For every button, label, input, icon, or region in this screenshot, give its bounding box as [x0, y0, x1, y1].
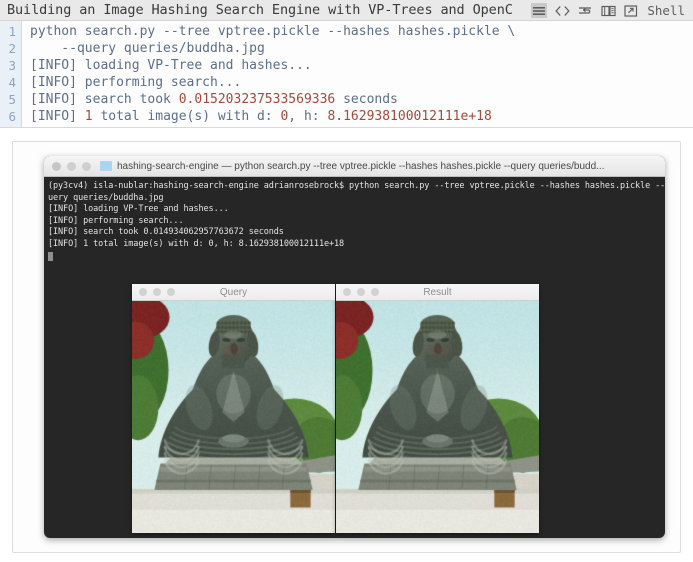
code-snippet-widget: Building an Image Hashing Search Engine …	[0, 0, 693, 128]
code-widget-toolbar: Shell	[531, 0, 693, 21]
line-number: 5	[0, 91, 21, 108]
folder-icon	[100, 161, 112, 171]
line-number: 6	[0, 108, 21, 125]
line-number-gutter: 1 2 3 4 5 6	[0, 21, 22, 127]
result-window-title: Result	[336, 287, 539, 298]
wrap-lines-icon[interactable]	[577, 3, 593, 18]
terminal-line: [INFO] performing search...	[48, 216, 661, 228]
result-image-window[interactable]: Result	[336, 284, 539, 533]
terminal-line: [INFO] search took 0.014934062957763672 …	[48, 227, 661, 239]
shell-label: Shell	[646, 3, 687, 18]
zoom-dot-icon[interactable]	[82, 162, 91, 171]
result-buddha-image	[336, 301, 539, 533]
copy-icon[interactable]	[600, 3, 616, 18]
code-number: 0.015203237533569336	[179, 92, 336, 107]
query-buddha-image	[132, 301, 335, 533]
code-text: total image(s) with d:	[93, 109, 281, 124]
code-body: 1 2 3 4 5 6 python search.py --tree vptr…	[0, 21, 693, 127]
code-widget-header: Building an Image Hashing Search Engine …	[0, 0, 693, 21]
line-number: 2	[0, 40, 21, 57]
terminal-line: uery queries/buddha.jpg	[48, 193, 661, 205]
code-line: --query queries/buddha.jpg	[30, 40, 693, 57]
code-line: python search.py --tree vptree.pickle --…	[30, 23, 693, 40]
code-icon[interactable]	[554, 3, 570, 18]
code-widget-title: Building an Image Hashing Search Engine …	[0, 2, 513, 18]
terminal-line: (py3cv4) isla-nublar:hashing-search-engi…	[48, 181, 661, 193]
code-line: [INFO] loading VP-Tree and hashes...	[30, 57, 693, 74]
terminal-line: [INFO] loading VP-Tree and hashes...	[48, 204, 661, 216]
close-dot-icon[interactable]	[52, 162, 61, 171]
terminal-titlebar: hashing-search-engine — python search.py…	[44, 156, 665, 177]
terminal-window-title: hashing-search-engine — python search.py…	[117, 161, 657, 172]
menu-icon[interactable]	[531, 3, 547, 18]
terminal-body[interactable]: (py3cv4) isla-nublar:hashing-search-engi…	[44, 177, 665, 538]
query-window-title: Query	[132, 287, 335, 298]
code-line: [INFO] search took 0.015203237533569336 …	[30, 91, 693, 108]
result-window-titlebar: Result	[336, 284, 539, 301]
code-line: [INFO] 1 total image(s) with d: 0, h: 8.…	[30, 108, 693, 125]
terminal-line: [INFO] 1 total image(s) with d: 0, h: 8.…	[48, 239, 661, 251]
line-number: 4	[0, 74, 21, 91]
line-number: 1	[0, 23, 21, 40]
terminal-cursor	[48, 252, 53, 261]
query-window-titlebar: Query	[132, 284, 335, 301]
code-text: [INFO] search took	[30, 92, 179, 107]
query-image-window[interactable]: Query	[132, 284, 335, 533]
code-number: 8.162938100012111e+18	[327, 109, 491, 124]
minimize-dot-icon[interactable]	[67, 162, 76, 171]
code-text: seconds	[335, 92, 398, 107]
code-lines[interactable]: python search.py --tree vptree.pickle --…	[22, 21, 693, 127]
code-number: 1	[85, 109, 93, 124]
code-text: , h:	[288, 109, 327, 124]
screenshot-panel: hashing-search-engine — python search.py…	[12, 141, 681, 553]
code-line: [INFO] performing search...	[30, 74, 693, 91]
open-external-icon[interactable]	[623, 3, 639, 18]
terminal-traffic-lights	[52, 162, 91, 171]
line-number: 3	[0, 57, 21, 74]
image-result-windows: Query Result	[132, 284, 539, 533]
terminal-window: hashing-search-engine — python search.py…	[44, 156, 665, 538]
code-text: [INFO]	[30, 109, 85, 124]
